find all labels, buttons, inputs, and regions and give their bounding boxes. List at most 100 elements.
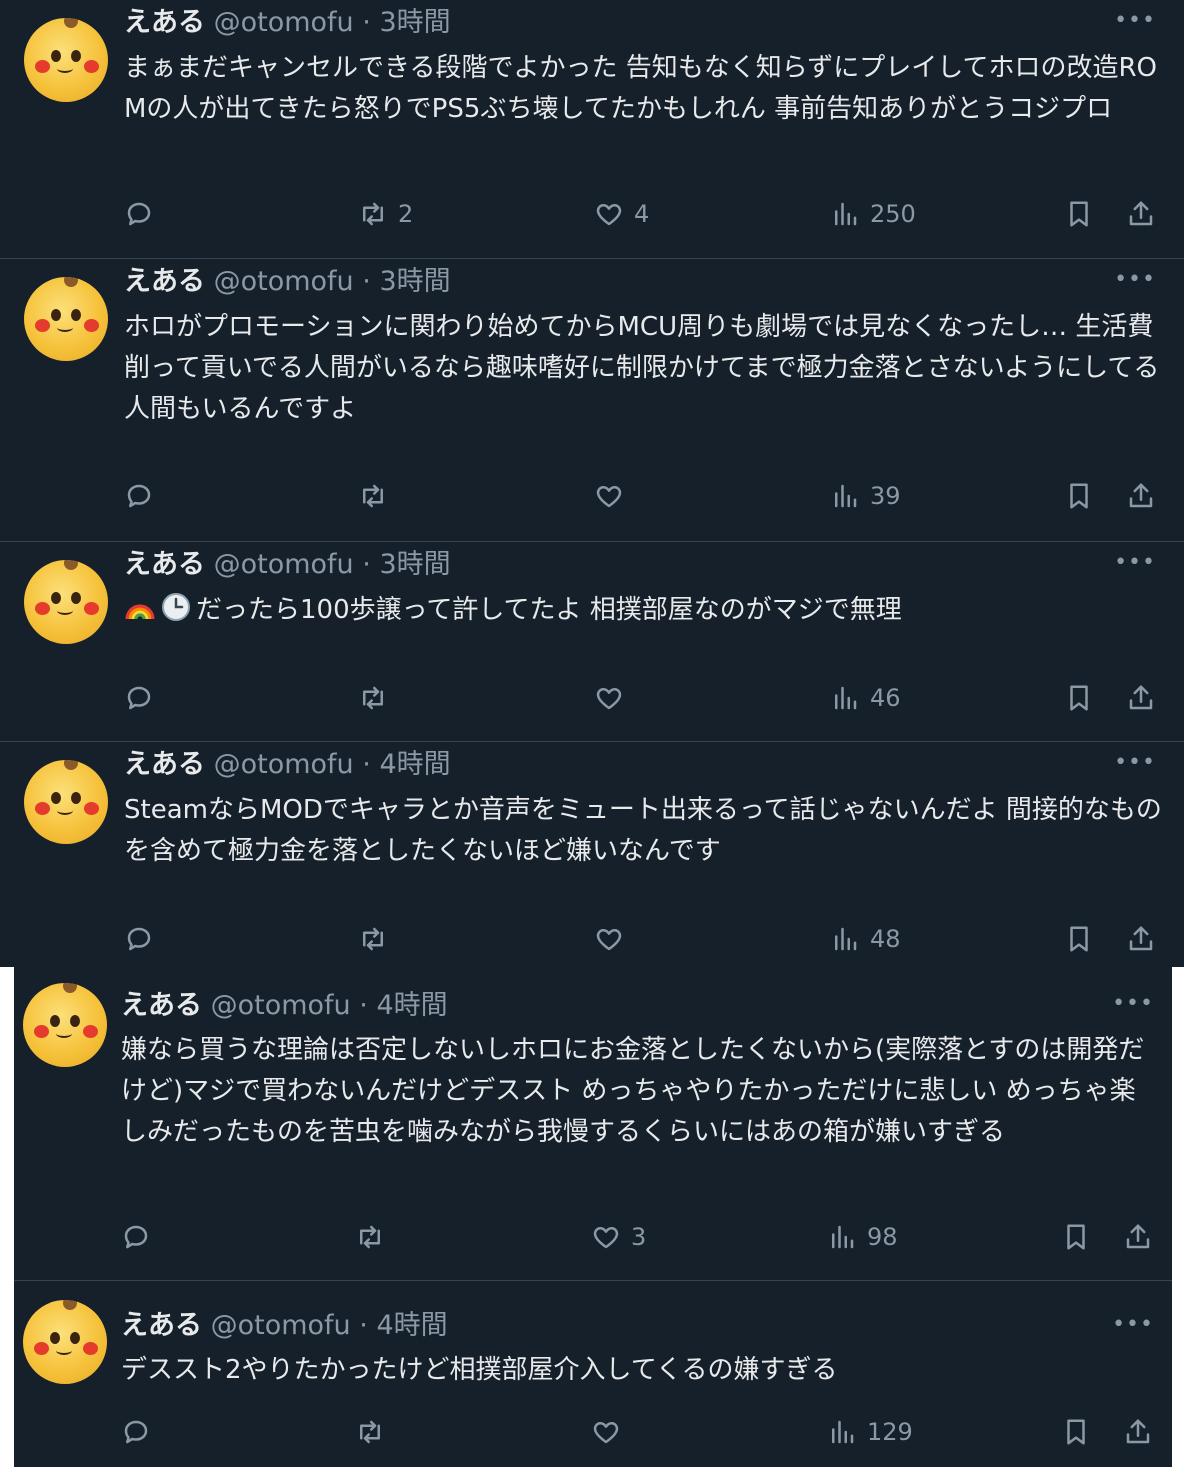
like-button[interactable] (591, 1412, 631, 1452)
reply-icon (124, 1225, 148, 1249)
tweet[interactable]: えある @otomofu · 4時間 ••• 嫌なら買うな理論は否定しないしホロ… (14, 967, 1172, 1281)
like-button[interactable]: 3 (591, 1217, 646, 1257)
timestamp[interactable]: 3時間 (379, 549, 450, 580)
user-handle[interactable]: @otomofu (211, 1310, 351, 1341)
views-button[interactable]: 48 (830, 919, 901, 959)
share-button[interactable] (1126, 476, 1156, 516)
display-name[interactable]: えある (124, 7, 205, 38)
display-name[interactable]: えある (121, 1310, 202, 1341)
display-name[interactable]: えある (124, 549, 205, 580)
like-button[interactable] (594, 919, 634, 959)
timestamp[interactable]: 4時間 (376, 1310, 447, 1341)
retweet-button[interactable] (355, 1412, 395, 1452)
like-count: 4 (634, 200, 650, 228)
timestamp[interactable]: 3時間 (379, 266, 450, 297)
avatar[interactable] (24, 560, 108, 644)
share-button[interactable] (1126, 194, 1156, 234)
retweet-icon (363, 202, 383, 226)
reply-button[interactable] (124, 678, 154, 718)
share-icon (1129, 926, 1153, 951)
views-icon (835, 927, 857, 951)
share-button[interactable] (1123, 1412, 1153, 1452)
bookmark-button[interactable] (1061, 1412, 1091, 1452)
timestamp[interactable]: 4時間 (379, 749, 450, 780)
user-handle[interactable]: @otomofu (211, 990, 351, 1021)
more-options-icon[interactable]: ••• (1114, 752, 1156, 774)
more-options-icon[interactable]: ••• (1112, 993, 1154, 1015)
share-button[interactable] (1126, 919, 1156, 959)
tweet-text: 嫌なら買うな理論は否定しないしホロにお金落としたくないから(実際落とすのは開発だ… (121, 1035, 1145, 1147)
reply-button[interactable] (121, 1217, 151, 1257)
retweet-button[interactable] (358, 476, 398, 516)
like-button[interactable] (594, 678, 634, 718)
like-button[interactable] (594, 476, 634, 516)
tweet-header: えある @otomofu · 4時間 (121, 988, 448, 1024)
views-icon (835, 202, 857, 226)
reply-button[interactable] (124, 476, 154, 516)
tweet[interactable]: えある @otomofu · 4時間 ••• SteamならMODでキャラとか音… (0, 742, 1184, 967)
view-count: 250 (870, 200, 916, 228)
user-handle[interactable]: @otomofu (214, 7, 354, 38)
timestamp[interactable]: 3時間 (379, 7, 450, 38)
more-options-icon[interactable]: ••• (1114, 552, 1156, 574)
tweet[interactable]: えある @otomofu · 4時間 ••• デススト2やりたかったけど相撲部屋… (14, 1281, 1172, 1467)
retweet-button[interactable] (358, 678, 398, 718)
retweet-count: 2 (398, 200, 414, 228)
views-button[interactable]: 98 (827, 1217, 898, 1257)
bookmark-button[interactable] (1064, 476, 1094, 516)
retweet-button[interactable] (358, 919, 398, 959)
bookmark-button[interactable] (1064, 194, 1094, 234)
action-bar: 2 4 250 (0, 194, 1184, 234)
heart-icon (596, 204, 622, 226)
views-button[interactable]: 129 (827, 1412, 913, 1452)
avatar[interactable] (24, 760, 108, 844)
like-button[interactable]: 4 (594, 194, 649, 234)
heart-icon (596, 486, 622, 508)
bookmark-icon (1070, 201, 1088, 227)
tweet-header: えある @otomofu · 4時間 (121, 1308, 448, 1344)
display-name[interactable]: えある (121, 990, 202, 1021)
display-name[interactable]: えある (124, 266, 205, 297)
display-name[interactable]: えある (124, 749, 205, 780)
reply-button[interactable] (121, 1412, 151, 1452)
views-button[interactable]: 46 (830, 678, 901, 718)
avatar[interactable] (23, 983, 107, 1067)
reply-icon (127, 484, 151, 508)
tweet[interactable]: えある @otomofu · 3時間 ••• だったら100歩譲って許してたよ … (0, 542, 1184, 742)
share-icon (1129, 685, 1153, 710)
views-button[interactable]: 250 (830, 194, 916, 234)
more-options-icon[interactable]: ••• (1114, 269, 1156, 291)
tweet-header: えある @otomofu · 3時間 (124, 264, 451, 300)
heart-icon (593, 1422, 619, 1444)
avatar[interactable] (24, 18, 108, 102)
reply-icon (127, 927, 151, 951)
share-icon (1126, 1419, 1150, 1444)
tweet[interactable]: えある @otomofu · 3時間 ••• ホロがプロモーションに関わり始めて… (0, 259, 1184, 542)
bookmark-button[interactable] (1061, 1217, 1091, 1257)
action-bar: 39 (0, 476, 1184, 516)
bookmark-button[interactable] (1064, 678, 1094, 718)
tweet-text: SteamならMODでキャラとか音声をミュート出来るって話じゃないんだよ 間接的… (124, 795, 1162, 866)
avatar[interactable] (24, 277, 108, 361)
share-button[interactable] (1123, 1217, 1153, 1257)
user-handle[interactable]: @otomofu (214, 266, 354, 297)
more-options-icon[interactable]: ••• (1114, 10, 1156, 32)
avatar[interactable] (23, 1300, 107, 1384)
timestamp[interactable]: 4時間 (376, 990, 447, 1021)
user-handle[interactable]: @otomofu (214, 549, 354, 580)
retweet-button[interactable] (355, 1217, 395, 1257)
retweet-button[interactable]: 2 (358, 194, 413, 234)
views-icon (832, 1225, 854, 1249)
bookmark-button[interactable] (1064, 919, 1094, 959)
reply-button[interactable] (124, 194, 154, 234)
view-count: 39 (870, 482, 901, 510)
reply-button[interactable] (124, 919, 154, 959)
reply-icon (127, 202, 151, 226)
action-bar: 48 (0, 919, 1184, 959)
tweet-text: だったら100歩譲って許してたよ 相撲部屋なのがマジで無理 (196, 595, 902, 625)
views-button[interactable]: 39 (830, 476, 901, 516)
user-handle[interactable]: @otomofu (214, 749, 354, 780)
share-button[interactable] (1126, 678, 1156, 718)
tweet[interactable]: えある @otomofu · 3時間 ••• まぁまだキャンセルできる段階でよか… (0, 0, 1184, 259)
more-options-icon[interactable]: ••• (1112, 1314, 1154, 1336)
